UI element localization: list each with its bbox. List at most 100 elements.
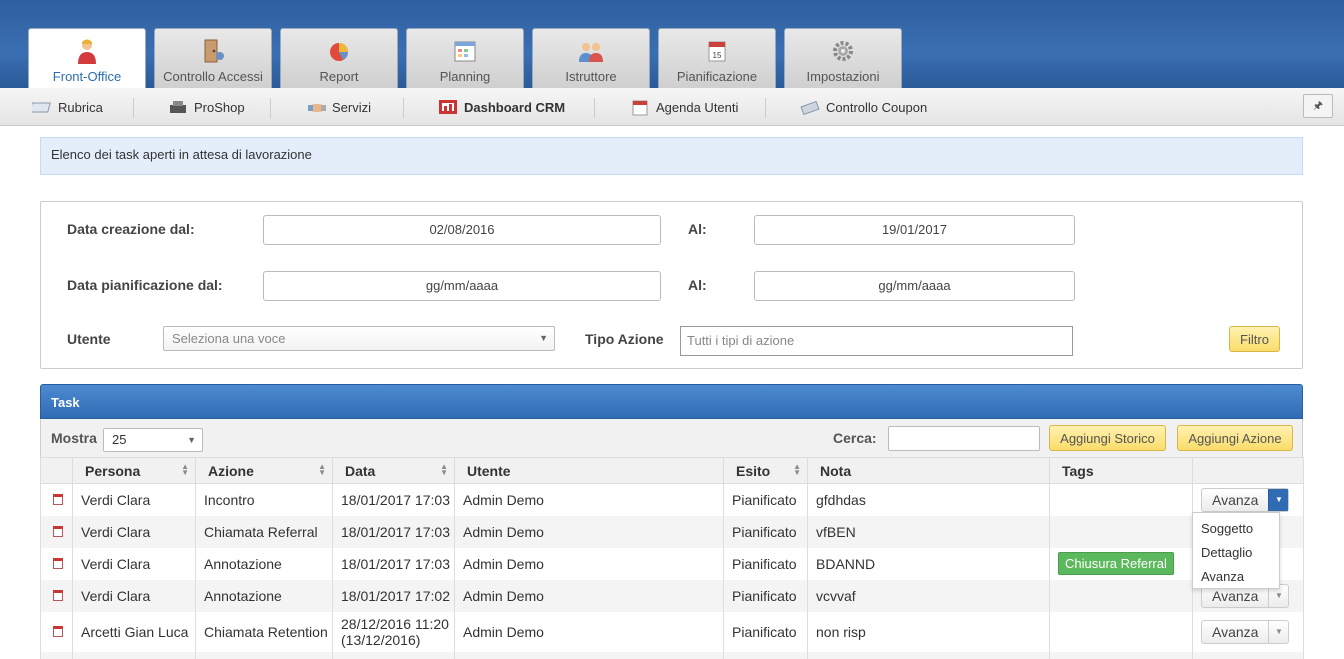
- cell-data: 18/01/2017 17:03: [332, 483, 455, 516]
- subnav-agenda-utenti[interactable]: Agenda Utenti: [630, 88, 738, 126]
- agenda-icon: [630, 99, 650, 116]
- cell-persona: Verdi Clara: [72, 579, 196, 612]
- gear-icon: [830, 38, 856, 64]
- avanza-button[interactable]: Avanza: [1202, 621, 1268, 643]
- cell-utente: Admin Demo: [454, 579, 724, 612]
- cell-azione: Annotazione: [195, 579, 333, 612]
- cell-persona: Arcetti Gian Luca: [72, 611, 196, 652]
- divider: [270, 98, 271, 118]
- menu-item-soggetto[interactable]: Soggetto: [1193, 518, 1279, 542]
- pianificazione-label: Data pianificazione dal:: [67, 277, 223, 293]
- creazione-from-input[interactable]: 02/08/2016: [263, 215, 661, 245]
- cell-tags: [1049, 611, 1193, 652]
- cell-azione: Annotazione: [195, 547, 333, 580]
- pianificazione-al-label: Al:: [688, 277, 707, 293]
- creazione-to-input[interactable]: 19/01/2017: [754, 215, 1075, 245]
- cash-register-icon: [168, 99, 188, 115]
- tab-planning[interactable]: Planning: [406, 28, 524, 88]
- subnav-servizi[interactable]: Servizi: [306, 88, 371, 126]
- subnav-dashboard-crm[interactable]: Dashboard CRM: [438, 88, 565, 126]
- table-row[interactable]: Verdi Clara Incontro 18/01/2017 17:03 Ad…: [40, 483, 1304, 516]
- pin-button[interactable]: 🖈: [1303, 94, 1333, 118]
- subnav-rubrica[interactable]: Rubrica: [32, 88, 103, 126]
- cell-tags: [1049, 515, 1193, 548]
- cell-nota: vfBEN: [807, 515, 1050, 548]
- tab-label: Planning: [439, 69, 491, 84]
- table-row[interactable]: [40, 651, 1304, 659]
- tag-badge[interactable]: Chiusura Referral: [1058, 552, 1174, 575]
- calendar-icon[interactable]: [53, 626, 63, 637]
- task-panel-header: Task: [40, 384, 1303, 419]
- avanza-dropdown-menu: Soggetto Dettaglio Avanza: [1192, 512, 1280, 589]
- aggiungi-azione-button[interactable]: Aggiungi Azione: [1177, 425, 1293, 451]
- cell-data: 18/01/2017 17:02: [332, 579, 455, 612]
- search-input[interactable]: [888, 426, 1040, 451]
- calendar-icon[interactable]: [53, 558, 63, 569]
- top-header: Front-Office Controllo Accessi Report Pl…: [0, 0, 1344, 88]
- col-azione[interactable]: Azione ▲ ▼: [195, 457, 333, 484]
- pianificazione-to-input[interactable]: gg/mm/aaaa: [754, 271, 1075, 301]
- cell-azione: Chiamata Referral: [195, 515, 333, 548]
- cell-esito: Pianificato: [723, 515, 808, 548]
- tipo-azione-label: Tipo Azione: [585, 331, 664, 347]
- tab-label: Report: [319, 69, 359, 84]
- calendar-icon[interactable]: [53, 494, 63, 506]
- col-persona[interactable]: Persona ▲ ▼: [72, 457, 196, 484]
- col-icon: [40, 457, 73, 484]
- people-icon: [578, 38, 604, 64]
- cell-nota: gfdhdas: [807, 483, 1050, 516]
- door-icon: [200, 38, 226, 64]
- sort-icon: ▲ ▼: [181, 462, 189, 477]
- avanza-split-button[interactable]: Avanza ▼: [1201, 619, 1290, 644]
- sort-icon: ▲ ▼: [440, 462, 448, 477]
- cell-tags: [1049, 579, 1193, 612]
- tab-impostazioni[interactable]: Impostazioni: [784, 28, 902, 88]
- table-row[interactable]: Arcetti Gian Luca Chiamata Retention 28/…: [40, 611, 1304, 652]
- col-esito[interactable]: Esito ▲ ▼: [723, 457, 808, 484]
- divider: [765, 98, 766, 118]
- subnav-label: Controllo Coupon: [826, 99, 928, 115]
- subnav-proshop[interactable]: ProShop: [168, 88, 245, 126]
- col-nota[interactable]: Nota: [807, 457, 1050, 484]
- filtro-button[interactable]: Filtro: [1229, 326, 1280, 352]
- chevron-down-icon: ▼: [539, 333, 548, 343]
- utente-select[interactable]: Seleziona una voce ▼: [163, 326, 555, 351]
- avanza-split-button[interactable]: Avanza ▼: [1201, 487, 1290, 512]
- caret-down-icon[interactable]: ▼: [1268, 488, 1289, 511]
- tab-pianificazione[interactable]: 15 Pianificazione: [658, 28, 776, 88]
- sort-icon: ▲ ▼: [793, 462, 801, 477]
- col-utente[interactable]: Utente: [454, 457, 724, 484]
- tab-label: Pianificazione: [676, 69, 758, 84]
- subnav-controllo-coupon[interactable]: Controllo Coupon: [800, 88, 927, 126]
- tab-label: Impostazioni: [806, 69, 880, 84]
- cerca-label: Cerca:: [833, 430, 877, 446]
- tab-istruttore[interactable]: Istruttore: [532, 28, 650, 88]
- table-row[interactable]: Verdi Clara Annotazione 18/01/2017 17:03…: [40, 547, 1304, 580]
- aggiungi-storico-button[interactable]: Aggiungi Storico: [1049, 425, 1166, 451]
- avanza-button[interactable]: Avanza: [1202, 489, 1268, 511]
- pianificazione-from-input[interactable]: gg/mm/aaaa: [263, 271, 661, 301]
- col-data[interactable]: Data ▲ ▼: [332, 457, 455, 484]
- cell-utente: Admin Demo: [454, 515, 724, 548]
- creazione-label: Data creazione dal:: [67, 221, 195, 237]
- subnav-label: Rubrica: [58, 99, 103, 115]
- tab-label: Front-Office: [52, 69, 122, 84]
- col-actions: [1192, 457, 1304, 484]
- tipo-azione-input[interactable]: Tutti i tipi di azione: [680, 326, 1073, 356]
- table-row[interactable]: Verdi Clara Annotazione 18/01/2017 17:02…: [40, 579, 1304, 612]
- tab-controllo-accessi[interactable]: Controllo Accessi: [154, 28, 272, 88]
- cell-persona: Verdi Clara: [72, 483, 196, 516]
- calendar-icon[interactable]: [53, 590, 63, 601]
- tab-report[interactable]: Report: [280, 28, 398, 88]
- menu-item-avanza[interactable]: Avanza: [1193, 566, 1279, 590]
- divider: [594, 98, 595, 118]
- tab-front-office[interactable]: Front-Office: [28, 28, 146, 88]
- col-tags[interactable]: Tags: [1049, 457, 1193, 484]
- calendar-icon[interactable]: [53, 526, 63, 537]
- mostra-select[interactable]: 25 ▼: [103, 428, 203, 452]
- cell-tags: [1049, 483, 1193, 516]
- menu-item-dettaglio[interactable]: Dettaglio: [1193, 542, 1279, 566]
- table-row[interactable]: Verdi Clara Chiamata Referral 18/01/2017…: [40, 515, 1304, 548]
- tab-label: Controllo Accessi: [163, 69, 263, 84]
- caret-down-icon[interactable]: ▼: [1268, 620, 1288, 643]
